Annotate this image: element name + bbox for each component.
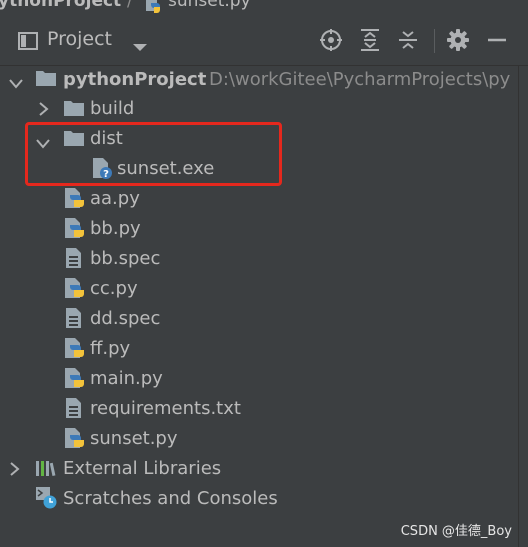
toolwindow-title[interactable]: Project	[47, 28, 112, 50]
python-file-icon	[64, 187, 86, 213]
toolbar-divider	[434, 29, 435, 53]
tree-item-bb-spec[interactable]: bb.spec	[0, 245, 528, 275]
library-icon	[35, 459, 57, 481]
locate-file-icon[interactable]	[319, 28, 343, 52]
tree-item-label: ff.py	[90, 338, 131, 359]
chevron-down-icon[interactable]	[9, 74, 23, 93]
tree-item-label: aa.py	[90, 188, 140, 209]
python-file-icon	[144, 0, 162, 14]
python-file-icon	[64, 367, 86, 393]
tree-item-sunset-py[interactable]: sunset.py	[0, 425, 528, 455]
tree-item-dd-spec[interactable]: dd.spec	[0, 305, 528, 335]
tree-item-label: cc.py	[90, 278, 138, 299]
tree-item-label: Scratches and Consoles	[63, 488, 278, 509]
tree-item-label: requirements.txt	[90, 398, 241, 419]
vertical-scrollbar[interactable]	[518, 66, 528, 547]
python-file-icon	[64, 217, 86, 243]
folder-icon	[63, 99, 85, 121]
tree-item-aa-py[interactable]: aa.py	[0, 185, 528, 215]
chevron-right-icon[interactable]	[39, 101, 49, 120]
tree-item-bb-py[interactable]: bb.py	[0, 215, 528, 245]
chevron-down-icon[interactable]	[132, 38, 148, 57]
scratches-icon	[35, 486, 59, 514]
tree-item-label: build	[90, 98, 135, 119]
tree-item-external-libraries[interactable]: External Libraries	[0, 455, 528, 485]
tree-item-main-py[interactable]: main.py	[0, 365, 528, 395]
tree-item-scratches-and-consoles[interactable]: Scratches and Consoles	[0, 485, 528, 515]
minimize-icon[interactable]	[485, 28, 509, 52]
python-file-icon	[64, 277, 86, 303]
project-root-name: pythonProject	[63, 69, 207, 90]
text-file-icon	[65, 247, 83, 273]
tree-item-cc-py[interactable]: cc.py	[0, 275, 528, 305]
folder-icon	[35, 69, 57, 91]
tree-item-label: sunset.py	[90, 428, 178, 449]
breadcrumb-project[interactable]: ythonProject	[0, 0, 121, 10]
text-file-icon	[65, 307, 83, 333]
project-toolwindow-header: Project	[0, 15, 528, 66]
tree-item-requirements-txt[interactable]: requirements.txt	[0, 395, 528, 425]
tree-item-label: External Libraries	[63, 458, 222, 479]
python-file-icon	[64, 337, 86, 363]
tree-item-label: bb.py	[90, 218, 141, 239]
breadcrumb-file[interactable]: sunset.py	[168, 0, 251, 10]
expand-all-icon[interactable]	[358, 28, 382, 52]
chevron-right-icon[interactable]	[10, 461, 20, 480]
text-file-icon	[65, 397, 83, 423]
tree-root-row[interactable]: pythonProject D:\workGitee\PycharmProjec…	[0, 66, 528, 96]
tree-item-label: bb.spec	[90, 248, 161, 269]
tree-item-label: main.py	[90, 368, 163, 389]
tree-item-build[interactable]: build	[0, 95, 528, 125]
highlight-annotation	[25, 122, 282, 186]
python-file-icon	[64, 427, 86, 453]
tree-item-label: dd.spec	[90, 308, 161, 329]
breadcrumb-separator: /	[127, 0, 133, 11]
breadcrumb: ythonProject / sunset.py	[0, 0, 528, 14]
project-view-icon	[18, 32, 38, 54]
project-root-path: D:\workGitee\PycharmProjects\py	[209, 69, 511, 90]
collapse-all-icon[interactable]	[396, 28, 420, 52]
tree-item-ff-py[interactable]: ff.py	[0, 335, 528, 365]
watermark: CSDN @佳德_Boy	[400, 524, 512, 539]
gear-icon[interactable]	[446, 28, 470, 52]
